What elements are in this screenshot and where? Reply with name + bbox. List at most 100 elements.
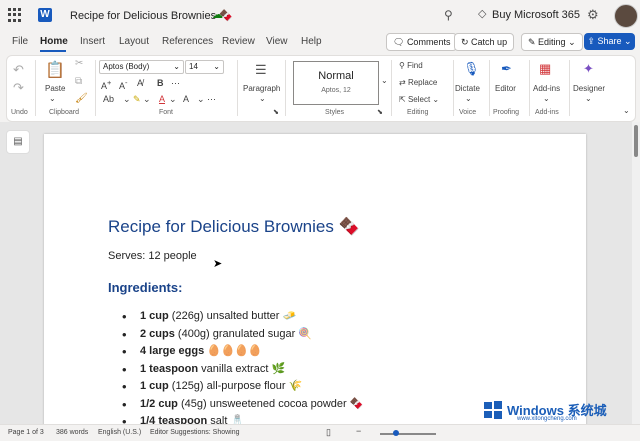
- catch-up-button[interactable]: ↻ Catch up: [454, 33, 515, 51]
- user-avatar[interactable]: [614, 4, 638, 28]
- chevron-down-icon[interactable]: ⌄: [543, 94, 550, 103]
- page-count[interactable]: Page 1 of 3: [8, 429, 44, 436]
- navigation-pane-icon[interactable]: ▤: [6, 130, 30, 154]
- font-grow-icon[interactable]: A+: [101, 78, 111, 91]
- microphone-icon[interactable]: 🎙: [463, 61, 480, 77]
- copy-icon[interactable]: ⧉: [75, 76, 82, 87]
- ingredient-name: (45g) unsweetened cocoa powder 🍫: [177, 397, 364, 410]
- search-icon[interactable]: ⚲: [444, 8, 453, 22]
- list-item: 4 large eggs 🥚🥚🥚🥚: [122, 343, 363, 361]
- status-bar: Page 1 of 3 386 words English (U.S.) Edi…: [0, 424, 640, 441]
- font-name-combobox[interactable]: Aptos (Body) ⌄: [99, 60, 184, 74]
- tab-view[interactable]: View: [266, 36, 288, 47]
- ribbon-collapse-icon[interactable]: ⌄: [623, 106, 630, 115]
- chevron-down-icon[interactable]: ⌄: [197, 94, 205, 105]
- find-button[interactable]: ⚲ Find: [399, 61, 423, 70]
- divider: [529, 60, 530, 116]
- tab-layout[interactable]: Layout: [119, 36, 149, 47]
- buy-microsoft-365-button[interactable]: Buy Microsoft 365: [492, 9, 580, 21]
- dialog-launcher-icon[interactable]: ⬊: [273, 108, 279, 116]
- more-format-icon[interactable]: ⋯: [171, 78, 180, 89]
- editor-pen-icon[interactable]: ✒: [501, 61, 512, 77]
- add-ins-button[interactable]: Add-ins: [533, 84, 560, 93]
- chevron-down-icon: ⌄: [213, 62, 220, 71]
- tab-help[interactable]: Help: [301, 36, 322, 47]
- tab-insert[interactable]: Insert: [80, 36, 105, 47]
- redo-icon[interactable]: ↷: [13, 80, 24, 96]
- dictate-button[interactable]: Dictate: [455, 84, 480, 93]
- clear-formatting-icon[interactable]: A̸: [137, 78, 143, 88]
- comments-label: Comments: [406, 37, 451, 47]
- word-count[interactable]: 386 words: [56, 429, 88, 436]
- saved-cloud-icon[interactable]: ☁: [212, 8, 223, 21]
- cursor-select-icon: ⇱: [399, 95, 408, 104]
- paragraph-button[interactable]: Paragraph: [243, 84, 280, 93]
- designer-button[interactable]: Designer: [573, 84, 605, 93]
- document-title[interactable]: Recipe for Delicious Brownies 🍫: [70, 9, 233, 22]
- format-painter-icon[interactable]: 🖌: [75, 93, 88, 104]
- chevron-down-icon[interactable]: ⌄: [169, 94, 177, 105]
- chevron-down-icon[interactable]: ⌄: [123, 94, 131, 105]
- list-item: 2 cups (400g) granulated sugar 🍭: [122, 326, 363, 344]
- chevron-down-icon[interactable]: ⌄: [465, 94, 472, 103]
- divider: [453, 60, 454, 116]
- tab-home[interactable]: Home: [40, 36, 68, 47]
- zoom-out-icon[interactable]: −: [356, 426, 361, 436]
- settings-gear-icon[interactable]: ⚙: [587, 7, 599, 23]
- cut-icon[interactable]: ✂: [75, 58, 83, 69]
- chevron-down-icon[interactable]: ⌄: [143, 94, 151, 105]
- style-font-info: Aptos, 12: [321, 87, 351, 94]
- designer-wand-icon[interactable]: ✦: [583, 61, 594, 77]
- editor-button[interactable]: Editor: [495, 84, 516, 93]
- chevron-down-icon[interactable]: ⌄: [585, 94, 592, 103]
- comments-button[interactable]: 🗨 Comments: [386, 33, 458, 51]
- vertical-scrollbar[interactable]: [632, 122, 640, 424]
- replace-button[interactable]: ⇄ Replace: [399, 78, 437, 87]
- print-layout-icon[interactable]: ▯: [326, 427, 331, 438]
- editor-suggestions-status[interactable]: Editor Suggestions: Showing: [150, 429, 240, 436]
- proofing-group-label: Proofing: [493, 109, 520, 116]
- chevron-down-icon[interactable]: ⌄: [259, 94, 266, 103]
- share-button[interactable]: ⇪ Share ⌄: [584, 33, 635, 50]
- font-size-combobox[interactable]: 14 ⌄: [185, 60, 224, 74]
- ingredient-name: (125g) all-purpose flour 🌾: [168, 380, 303, 392]
- chevron-down-icon[interactable]: ⌄: [49, 94, 56, 103]
- divider: [237, 60, 238, 116]
- paragraph-icon[interactable]: ☰: [255, 62, 267, 78]
- highlight-icon[interactable]: ✎: [133, 94, 141, 105]
- ingredient-quantity: 1 cup: [140, 380, 169, 392]
- divider: [35, 60, 36, 116]
- style-gallery-more-icon[interactable]: ⌄: [381, 76, 388, 85]
- tab-references[interactable]: References: [162, 36, 213, 47]
- tab-review[interactable]: Review: [222, 36, 255, 47]
- divider: [285, 60, 286, 116]
- undo-icon[interactable]: ↶: [13, 62, 24, 78]
- styles-quick-icon[interactable]: A: [183, 94, 189, 104]
- clipboard-paste-icon[interactable]: 📋: [45, 60, 65, 80]
- zoom-slider[interactable]: [380, 433, 436, 435]
- share-label: Share: [597, 36, 622, 46]
- ingredient-name: (226g) unsalted butter 🧈: [168, 310, 297, 322]
- app-launcher-icon[interactable]: [8, 8, 22, 22]
- font-color-icon[interactable]: A: [159, 94, 165, 104]
- windows-logo-icon: [484, 401, 502, 419]
- dialog-launcher-icon[interactable]: ⬊: [377, 108, 383, 116]
- select-button[interactable]: ⇱ Select ⌄: [399, 95, 439, 104]
- style-name: Normal: [318, 70, 354, 82]
- mouse-pointer-icon: ➤: [213, 258, 223, 270]
- language-indicator[interactable]: English (U.S.): [98, 429, 141, 436]
- change-case-icon[interactable]: Ab: [103, 94, 114, 104]
- add-ins-grid-icon[interactable]: ▦: [539, 61, 551, 77]
- bold-icon[interactable]: B: [157, 78, 164, 88]
- more-font-options-icon[interactable]: ⋯: [207, 94, 216, 105]
- scrollbar-thumb[interactable]: [634, 125, 638, 157]
- document-page[interactable]: Recipe for Delicious Brownies 🍫 Serves: …: [44, 134, 586, 434]
- list-item: 1 cup (125g) all-purpose flour 🌾: [122, 378, 363, 396]
- style-gallery-normal[interactable]: Normal Aptos, 12: [293, 61, 379, 105]
- font-shrink-icon[interactable]: A-: [119, 78, 128, 91]
- editing-mode-dropdown[interactable]: ✎ Editing ⌄: [521, 33, 583, 51]
- divider: [95, 60, 96, 116]
- zoom-slider-thumb[interactable]: [393, 430, 399, 436]
- tab-file[interactable]: File: [12, 36, 28, 47]
- paste-button[interactable]: Paste: [45, 84, 65, 93]
